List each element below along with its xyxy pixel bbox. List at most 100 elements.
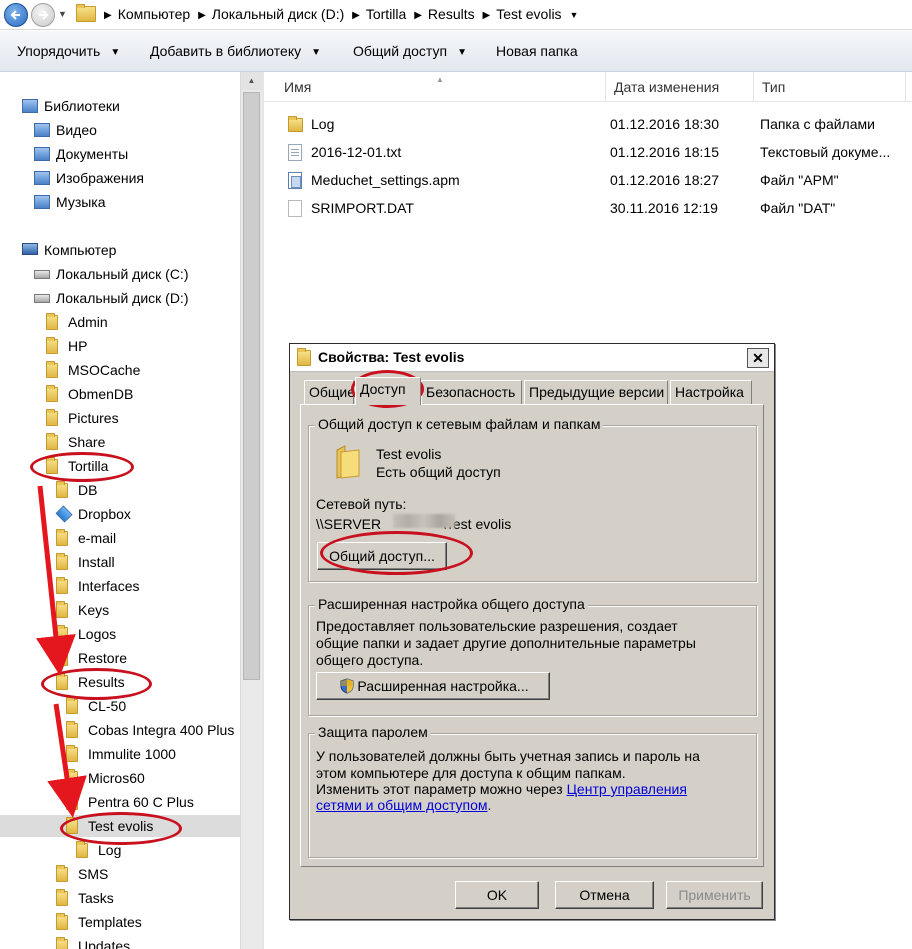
password-description-line-1: У пользователей должны быть учетная запи… — [316, 748, 700, 764]
chevron-right-icon[interactable]: ▶ — [198, 10, 206, 21]
network-center-link[interactable]: Центр управления — [567, 781, 687, 797]
tree-item-label: Immulite 1000 — [88, 746, 176, 762]
tree-item-label: Локальный диск (D:) — [56, 290, 189, 306]
new-folder-button[interactable]: Новая папка — [496, 43, 578, 59]
nav-scrollbar[interactable]: ▲ — [240, 72, 262, 949]
column-header-type[interactable]: Тип — [754, 72, 906, 102]
folder-icon — [56, 625, 68, 642]
file-row[interactable]: Log 01.12.2016 18:30 Папка с файлами — [264, 112, 912, 136]
tree-item-label: Компьютер — [44, 242, 117, 258]
shared-folder-name: Test evolis — [376, 446, 442, 462]
tree-item-label: Micros60 — [88, 770, 145, 786]
back-button[interactable] — [4, 3, 28, 27]
drive-icon — [34, 294, 50, 303]
breadcrumb-test-evolis[interactable]: Test evolis — [496, 6, 561, 22]
tree-item-label: Keys — [78, 602, 110, 618]
organize-button[interactable]: Упорядочить ▼ — [17, 43, 120, 59]
file-date: 30.11.2016 12:19 — [610, 200, 718, 216]
share-with-button[interactable]: Общий доступ ▼ — [353, 43, 467, 59]
breadcrumb-drive-d[interactable]: Локальный диск (D:) — [212, 6, 345, 22]
nav-folder-test-evolis[interactable]: Test evolis — [0, 815, 240, 837]
dropbox-icon — [55, 505, 73, 523]
password-protection-group-title: Защита паролем — [315, 724, 431, 740]
folder-icon — [56, 553, 68, 570]
chevron-right-icon[interactable]: ▶ — [483, 10, 491, 21]
forward-button[interactable] — [31, 3, 55, 27]
tree-item-label: Видео — [56, 122, 97, 138]
column-header-name[interactable]: Имя ▲ — [276, 72, 606, 102]
file-type: Папка с файлами — [760, 116, 875, 132]
folder-icon — [56, 937, 68, 949]
scrollbar-thumb[interactable] — [243, 92, 260, 680]
network-center-link-continued[interactable]: сетями и общим доступом — [316, 797, 488, 813]
file-row[interactable]: 2016-12-01.txt 01.12.2016 18:15 Текстовый … — [264, 140, 912, 164]
sharing-tab-panel: Общий доступ к сетевым файлам и папкам T… — [300, 404, 764, 867]
breadcrumb-results[interactable]: Results — [428, 6, 475, 22]
folder-icon — [288, 116, 303, 132]
column-header-date[interactable]: Дата изменения — [606, 72, 754, 102]
chevron-right-icon[interactable]: ▶ — [352, 10, 360, 21]
file-name: SRIMPORT.DAT — [311, 200, 414, 216]
ok-button[interactable]: OK — [455, 881, 539, 909]
folder-icon — [56, 529, 68, 546]
recent-pages-dropdown[interactable]: ▼ — [58, 9, 67, 19]
tab-customize[interactable]: Настройка — [670, 380, 752, 404]
tree-item-label: DB — [78, 482, 98, 498]
properties-dialog: Свойства: Test evolis ✕ Общие Доступ Без… — [289, 343, 775, 920]
dialog-title-bar[interactable]: Свойства: Test evolis ✕ — [290, 344, 774, 372]
network-sharing-group-title: Общий доступ к сетевым файлам и папкам — [315, 416, 604, 432]
advanced-sharing-button[interactable]: Расширенная настройка... — [316, 672, 550, 700]
close-button[interactable]: ✕ — [747, 348, 769, 368]
tab-security[interactable]: Безопасность — [421, 380, 522, 404]
share-button[interactable]: Общий доступ... — [317, 542, 447, 570]
documents-library-icon — [34, 147, 50, 161]
folder-icon — [56, 889, 68, 906]
chevron-down-icon: ▼ — [110, 47, 121, 58]
ok-button-label: OK — [486, 887, 508, 903]
folder-icon — [46, 409, 58, 426]
file-date: 01.12.2016 18:27 — [610, 172, 719, 188]
breadcrumb-tortilla[interactable]: Tortilla — [366, 6, 406, 22]
tab-sharing[interactable]: Доступ — [355, 377, 421, 405]
column-type-label: Тип — [762, 79, 786, 95]
tree-item-label: Install — [78, 554, 115, 570]
breadcrumb-computer[interactable]: Компьютер — [118, 6, 190, 22]
folder-icon — [66, 697, 78, 714]
tab-previous-versions[interactable]: Предыдущие версии — [524, 380, 668, 404]
folder-icon — [66, 745, 78, 762]
arrow-left-icon — [10, 10, 20, 20]
tree-item-label: MSOCache — [68, 362, 141, 378]
network-sharing-group: Общий доступ к сетевым файлам и папкам T… — [308, 416, 757, 582]
tree-item-label: Results — [78, 674, 125, 690]
tree-item-label: Изображения — [56, 170, 144, 186]
chevron-right-icon[interactable]: ▶ — [414, 10, 422, 21]
tab-general[interactable]: Общие — [304, 380, 355, 404]
dialog-title: Свойства: Test evolis — [318, 349, 465, 365]
cancel-button[interactable]: Отмена — [555, 881, 654, 909]
file-type: Текстовый докуме... — [760, 144, 891, 160]
chevron-right-icon[interactable]: ▶ — [104, 10, 112, 21]
tree-item-label: Test evolis — [88, 818, 154, 834]
folder-icon — [46, 385, 58, 402]
pictures-library-icon — [34, 171, 50, 185]
video-library-icon — [34, 123, 50, 137]
network-path-prefix: \\SERVER — [316, 516, 382, 532]
file-row[interactable]: SRIMPORT.DAT 30.11.2016 12:19 Файл "DAT" — [264, 196, 912, 220]
folder-icon — [46, 313, 58, 330]
chevron-down-icon[interactable]: ▼ — [569, 10, 578, 20]
tree-item-label: SMS — [78, 866, 109, 882]
folder-icon — [66, 793, 78, 810]
file-row[interactable]: Meduchet_settings.apm 01.12.2016 18:27 Фай… — [264, 168, 912, 192]
scroll-up-arrow-icon[interactable]: ▲ — [241, 72, 262, 90]
apply-button[interactable]: Применить — [666, 881, 763, 909]
computer-icon — [22, 243, 38, 255]
tree-item-label: Dropbox — [78, 506, 131, 522]
folder-icon — [56, 673, 68, 690]
add-to-library-button[interactable]: Добавить в библиотеку ▼ — [150, 43, 321, 59]
tree-item-label: Templates — [78, 914, 142, 930]
file-type: Файл "DAT" — [760, 200, 836, 216]
shared-folder-icon — [335, 444, 361, 480]
column-name-label: Имя — [284, 79, 312, 95]
folder-icon — [46, 433, 58, 450]
text-file-icon — [288, 144, 302, 161]
